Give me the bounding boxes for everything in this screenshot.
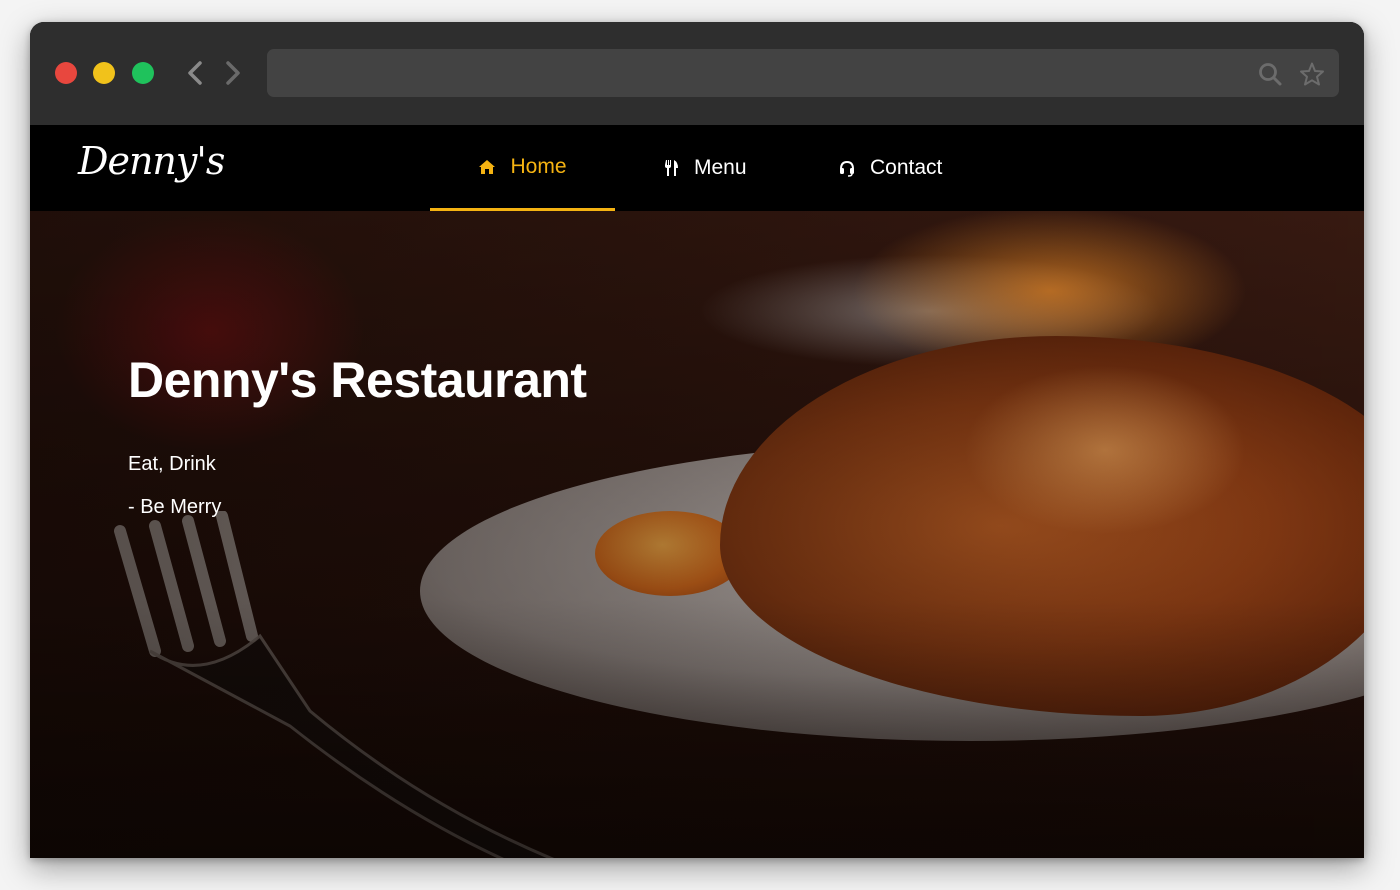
site-logo[interactable]: Denny's bbox=[78, 139, 225, 183]
star-icon[interactable] bbox=[1299, 61, 1325, 87]
browser-chrome bbox=[30, 22, 1364, 125]
nav-menu[interactable]: Menu bbox=[662, 125, 747, 211]
hero-text-block: Denny's Restaurant Eat, Drink - Be Merry bbox=[128, 351, 587, 519]
maximize-window-button[interactable] bbox=[132, 62, 154, 84]
browser-window: Denny's Home Menu Contact Denny's Restau… bbox=[30, 22, 1364, 858]
headset-icon bbox=[840, 160, 854, 177]
fork-knife-icon bbox=[665, 160, 678, 176]
hero-overlay bbox=[30, 211, 1364, 858]
address-bar[interactable] bbox=[267, 49, 1339, 97]
home-icon bbox=[479, 159, 496, 174]
nav-home-label: Home bbox=[510, 154, 567, 178]
nav-contact-label: Contact bbox=[870, 156, 943, 179]
forward-button[interactable] bbox=[222, 56, 244, 90]
chevron-left-icon bbox=[188, 61, 202, 85]
back-button[interactable] bbox=[184, 56, 206, 90]
hero-banner: Denny's Restaurant Eat, Drink - Be Merry bbox=[30, 211, 1364, 858]
nav-menu-label: Menu bbox=[694, 156, 747, 179]
minimize-window-button[interactable] bbox=[93, 62, 115, 84]
nav-home[interactable]: Home bbox=[430, 125, 615, 211]
close-window-button[interactable] bbox=[55, 62, 77, 84]
nav-contact[interactable]: Contact bbox=[838, 125, 942, 211]
site-navbar: Denny's Home Menu Contact bbox=[30, 125, 1364, 211]
hero-tagline-1: Eat, Drink bbox=[128, 453, 216, 475]
hero-title: Denny's Restaurant bbox=[128, 352, 587, 408]
search-icon[interactable] bbox=[1257, 61, 1283, 87]
chevron-right-icon bbox=[226, 61, 240, 85]
hero-tagline-2: - Be Merry bbox=[128, 496, 222, 518]
